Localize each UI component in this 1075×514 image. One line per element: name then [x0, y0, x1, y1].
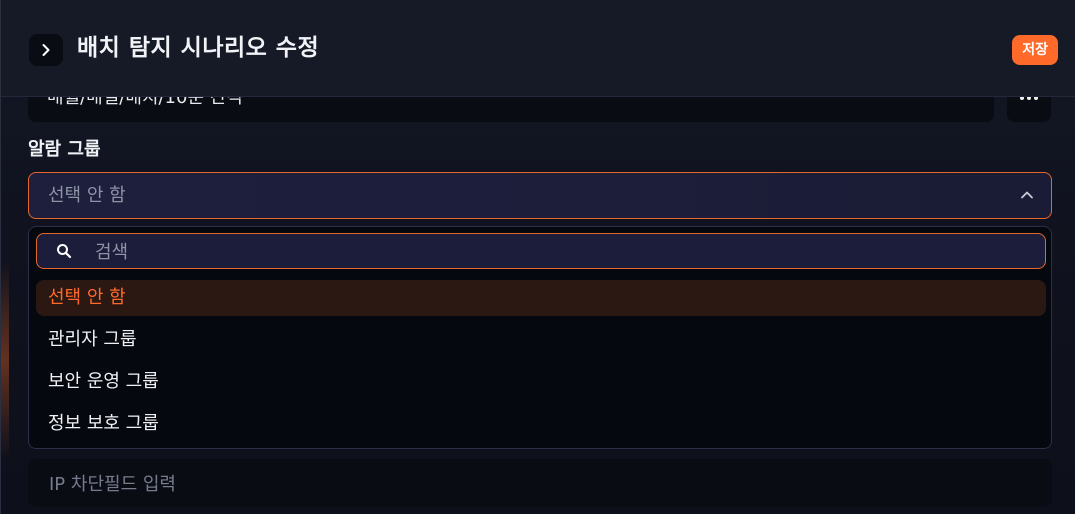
- alarm-group-dropdown: 선택 안 함 관리자 그룹 보안 운영 그룹 정보 보호 그룹: [28, 226, 1052, 449]
- backdrop-glow: [1, 260, 9, 460]
- chevron-up-icon: [1021, 191, 1033, 199]
- edit-panel: 매월/매일/배치/10분 간격 배치 탐지 시나리오 수정 저장 알람 그룹 선…: [0, 0, 1075, 514]
- ip-block-field[interactable]: [28, 459, 1052, 507]
- ip-block-input[interactable]: [47, 469, 1011, 499]
- dropdown-option-admin-group[interactable]: 관리자 그룹: [36, 322, 1046, 358]
- page-title: 배치 탐지 시나리오 수정: [77, 35, 320, 61]
- search-icon: [57, 244, 72, 259]
- dropdown-search[interactable]: [36, 233, 1046, 269]
- alarm-group-selected-value: 선택 안 함: [48, 185, 126, 206]
- dropdown-search-input[interactable]: [93, 238, 997, 266]
- panel-header: 배치 탐지 시나리오 수정 저장: [1, 0, 1075, 97]
- dropdown-option-info-protection-group[interactable]: 정보 보호 그룹: [36, 406, 1046, 442]
- chevron-right-icon: [42, 44, 50, 56]
- dropdown-option-none[interactable]: 선택 안 함: [36, 280, 1046, 316]
- save-button[interactable]: 저장: [1012, 35, 1058, 65]
- dropdown-option-security-ops-group[interactable]: 보안 운영 그룹: [36, 364, 1046, 400]
- collapse-panel-button[interactable]: [29, 34, 63, 66]
- alarm-group-select[interactable]: 선택 안 함: [28, 172, 1052, 219]
- alarm-group-label: 알람 그룹: [28, 139, 101, 160]
